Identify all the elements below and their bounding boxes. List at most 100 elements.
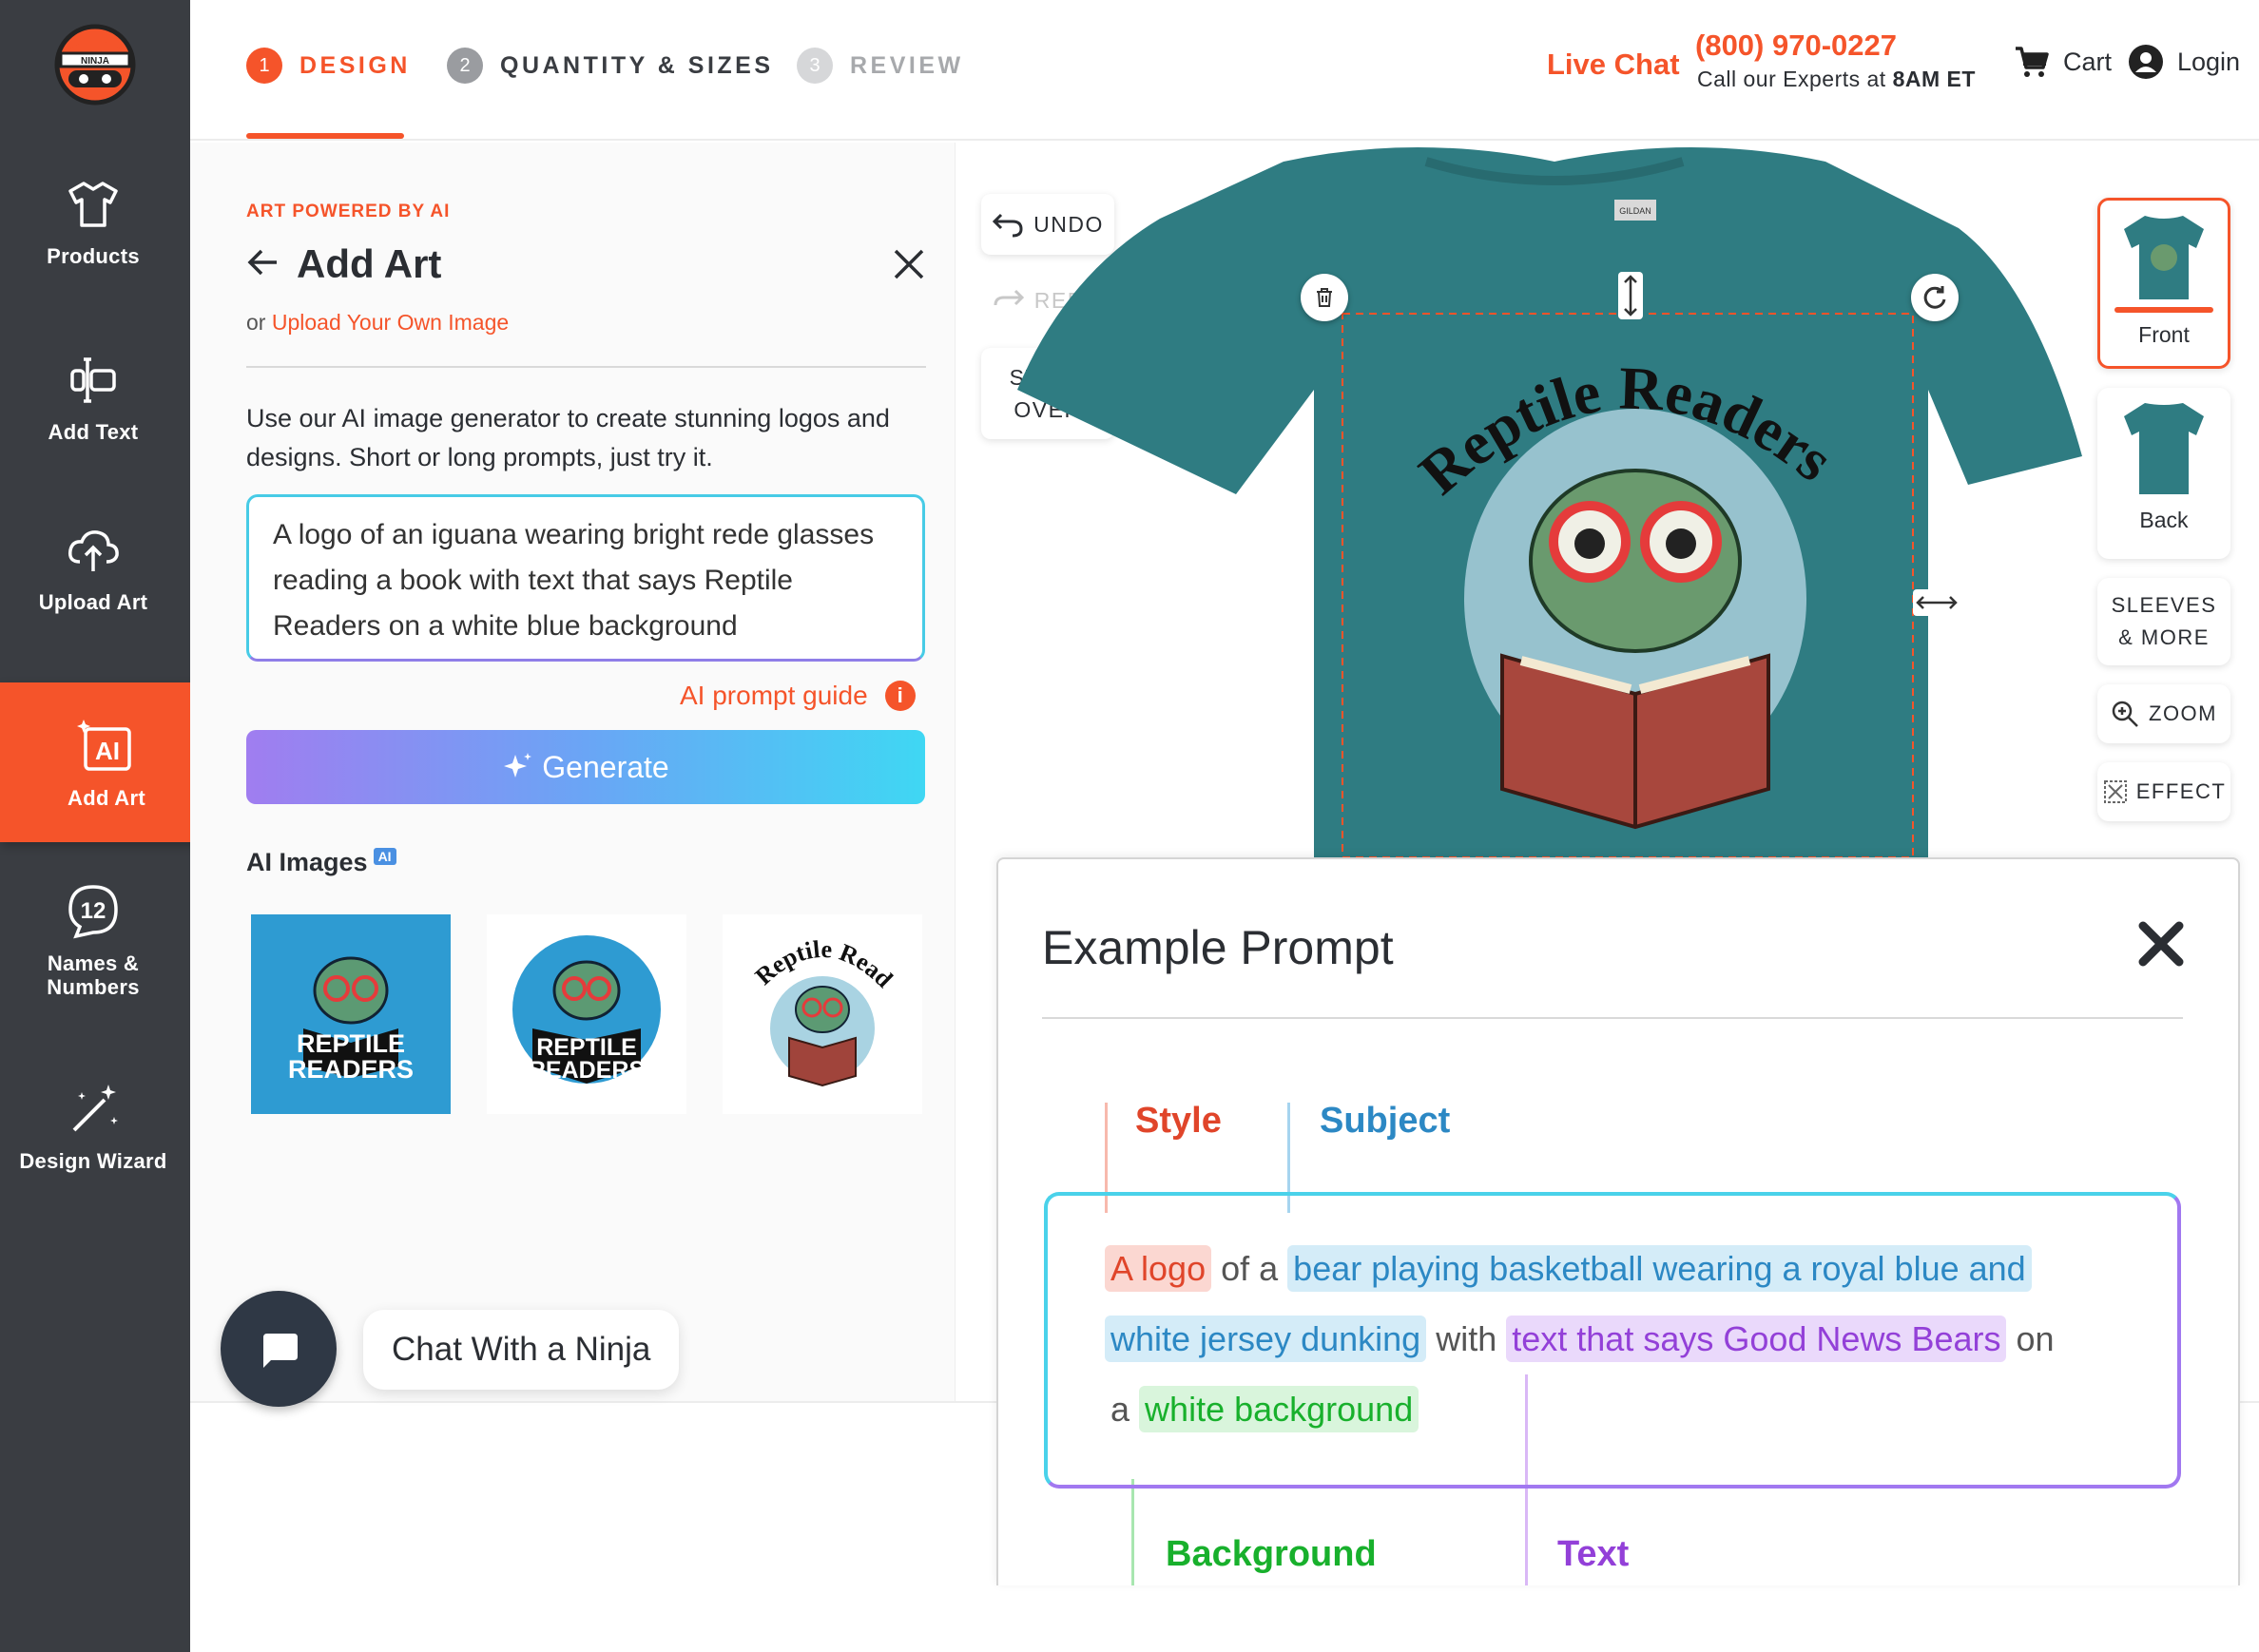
close-icon[interactable] xyxy=(2135,918,2187,970)
panel-title: Add Art xyxy=(297,241,442,286)
back-arrow-icon[interactable] xyxy=(246,245,280,279)
subject-highlight: bear playing basketball wearing a royal … xyxy=(1287,1245,2032,1292)
prompt-guide-label: AI prompt guide xyxy=(680,681,868,710)
sidebar-item-add-art[interactable]: AI Add Art xyxy=(0,682,213,842)
live-chat-link[interactable]: Live Chat xyxy=(1547,48,1680,82)
svg-text:READERS: READERS xyxy=(529,1057,645,1084)
example-line-1: A logo of a bear playing basketball wear… xyxy=(1105,1245,2032,1292)
sidebar-item-label: Upload Art xyxy=(38,589,148,614)
step-number: 1 xyxy=(246,48,282,84)
cart-icon xyxy=(2016,47,2049,77)
effect-button[interactable]: EFFECT xyxy=(2097,762,2230,821)
view-back-button[interactable]: Back xyxy=(2097,388,2230,559)
resize-horizontal-handle[interactable] xyxy=(1913,589,1960,616)
upload-line: or Upload Your Own Image xyxy=(246,310,509,336)
delete-handle[interactable] xyxy=(1301,274,1348,321)
example-line-2: white jersey dunking with text that says… xyxy=(1105,1316,2055,1362)
step-design[interactable]: 1 DESIGN xyxy=(246,48,411,84)
iguana-logo-image: Reptile Readers xyxy=(717,893,898,1087)
ai-image-thumb-2[interactable]: REPTILE READERS xyxy=(487,914,686,1114)
connector-text: of a xyxy=(1221,1249,1279,1288)
trash-icon xyxy=(1317,288,1332,307)
cloud-upload-icon xyxy=(68,529,119,571)
generate-button[interactable]: Generate xyxy=(246,730,925,804)
style-label: Style xyxy=(1135,1101,1222,1141)
example-prompt-title: Example Prompt xyxy=(1042,921,1394,974)
sparkle-icon xyxy=(504,753,532,778)
experts-time: 8AM ET xyxy=(1892,67,1976,91)
example-line-3: a white background xyxy=(1110,1386,1419,1432)
panel-description: Use our AI image generator to create stu… xyxy=(246,404,890,471)
sidebar-item-label: Add Text xyxy=(48,419,139,444)
ai-art-icon: AI xyxy=(77,719,131,771)
example-prompt-popup: Example Prompt Style Subject A logo of a… xyxy=(996,857,2240,1585)
ai-images-heading: AI Images AI xyxy=(246,848,396,877)
ai-prompt-guide-link[interactable]: AI prompt guide i xyxy=(680,681,916,711)
iguana-logo-image: REPTILE READERS xyxy=(512,935,661,1084)
ai-badge: AI xyxy=(373,848,396,865)
divider xyxy=(1042,1017,2183,1019)
rotate-handle[interactable] xyxy=(1911,274,1959,321)
effect-icon xyxy=(2103,780,2127,803)
login-button[interactable]: Login xyxy=(2128,44,2240,80)
login-label: Login xyxy=(2177,47,2241,76)
phone-link[interactable]: (800) 970-0227 xyxy=(1695,29,1897,63)
text-label: Text xyxy=(1557,1534,1630,1574)
sleeves-label-1: SLEEVES xyxy=(2111,593,2217,617)
magic-wand-icon xyxy=(72,1084,118,1131)
sidebar-item-label: Products xyxy=(47,243,140,268)
art-powered-label: ART POWERED BY AI xyxy=(246,202,451,221)
connector-text: a xyxy=(1110,1390,1130,1429)
zoom-icon xyxy=(2112,701,2138,727)
step-label: REVIEW xyxy=(850,51,964,79)
user-icon xyxy=(2129,45,2163,79)
view-label: Front xyxy=(2138,322,2190,347)
svg-text:REPTILE: REPTILE xyxy=(297,1029,405,1058)
upload-own-image-link[interactable]: Upload Your Own Image xyxy=(272,310,509,335)
sidebar-item-label: Add Art xyxy=(68,785,145,810)
step-label: DESIGN xyxy=(299,51,411,79)
effect-label: EFFECT xyxy=(2135,779,2227,803)
sleeves-label-2: & MORE xyxy=(2118,625,2210,649)
zoom-button[interactable]: ZOOM xyxy=(2097,684,2230,743)
step-number: 2 xyxy=(447,48,483,84)
sidebar-item-design-wizard[interactable]: Design Wizard xyxy=(0,1046,186,1205)
ai-image-thumb-3[interactable]: Reptile Readers xyxy=(717,893,922,1114)
tshirt-icon xyxy=(68,181,118,227)
sidebar-item-label: Names & Numbers xyxy=(47,951,140,999)
step-review[interactable]: 3 REVIEW xyxy=(797,48,964,84)
sidebar-item-upload-art[interactable]: Upload Art xyxy=(0,487,186,646)
background-highlight: white background xyxy=(1139,1386,1419,1432)
close-icon[interactable] xyxy=(892,247,926,281)
sidebar-item-names-numbers[interactable]: 12 Names & Numbers xyxy=(0,860,186,1020)
generate-label: Generate xyxy=(542,749,669,784)
active-view-indicator xyxy=(2114,307,2213,313)
rotate-icon xyxy=(1923,286,1946,309)
upload-prefix: or xyxy=(246,310,272,335)
front-shirt-thumb xyxy=(2124,216,2204,299)
vertical-arrows-icon xyxy=(1624,275,1637,317)
step-number: 3 xyxy=(797,48,833,84)
svg-text:READERS: READERS xyxy=(288,1055,414,1084)
sidebar-item-add-text[interactable]: Add Text xyxy=(0,317,186,476)
view-front-button[interactable]: Front xyxy=(2097,198,2230,369)
active-step-indicator xyxy=(246,133,404,139)
tshirt-mockup: GILDAN Reptile Readers xyxy=(1017,147,2082,857)
ai-image-thumb-1[interactable]: REPTILE READERS xyxy=(251,914,451,1114)
resize-vertical-handle[interactable] xyxy=(1618,272,1643,319)
ai-prompt-input[interactable]: A logo of an iguana wearing bright rede … xyxy=(246,494,925,662)
sidebar-item-label: Design Wizard xyxy=(19,1148,167,1173)
sleeves-more-button[interactable]: SLEEVES & MORE xyxy=(2097,578,2230,665)
chat-button[interactable] xyxy=(221,1291,337,1407)
info-icon: i xyxy=(884,681,916,711)
svg-text:12: 12 xyxy=(81,898,106,924)
ninja-logo[interactable]: NINJA xyxy=(49,17,141,108)
sidebar-item-products[interactable]: Products xyxy=(0,141,186,300)
cart-label: Cart xyxy=(2063,47,2113,76)
view-label: Back xyxy=(2139,508,2189,532)
divider xyxy=(246,366,926,368)
step-quantity-sizes[interactable]: 2 QUANTITY & SIZES xyxy=(447,48,774,84)
chat-with-ninja-label[interactable]: Chat With a Ninja xyxy=(363,1310,680,1390)
experts-prefix: Call our Experts at xyxy=(1697,67,1893,91)
cart-button[interactable]: Cart xyxy=(2014,44,2112,80)
